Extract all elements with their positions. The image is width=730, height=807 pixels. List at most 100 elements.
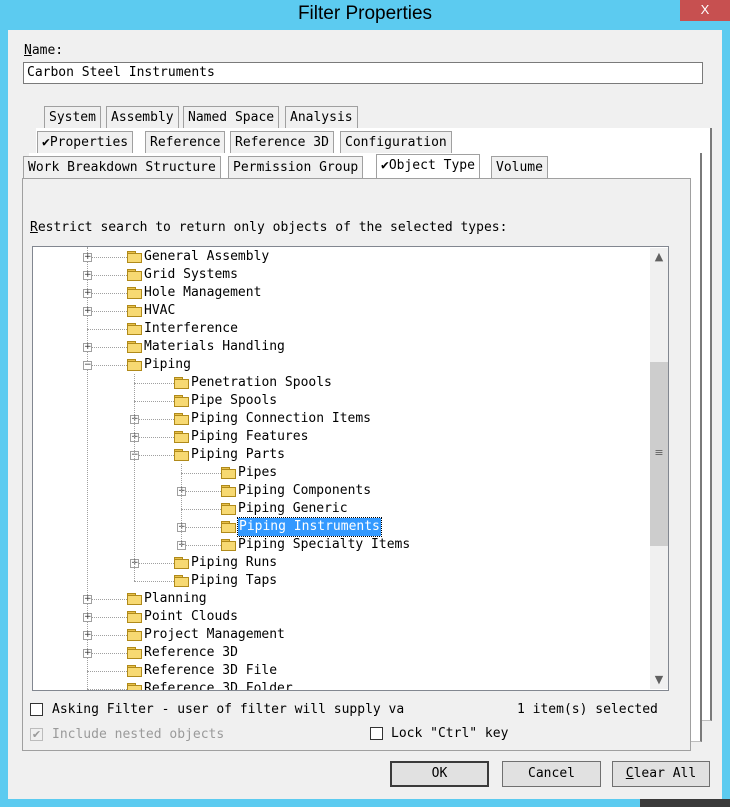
tree-item[interactable]: Materials Handling [144, 338, 285, 356]
tree-item[interactable]: Pipes [238, 464, 277, 482]
tree-guide-line [87, 671, 127, 672]
folder-icon-body [127, 325, 142, 335]
tree-item[interactable]: HVAC [144, 302, 175, 320]
selection-count: 1 item(s) selected [517, 702, 658, 717]
folder-icon-body [127, 685, 142, 690]
expand-icon[interactable]: + [83, 253, 92, 262]
window-title: Filter Properties [297, 3, 433, 24]
folder-icon [127, 611, 143, 623]
tab-permission-group[interactable]: Permission Group [228, 156, 364, 178]
expand-icon[interactable]: + [83, 613, 92, 622]
tab-reference-3d[interactable]: Reference 3D [230, 131, 334, 153]
tree-guide-line [87, 329, 127, 330]
window-frame-right [722, 30, 730, 807]
tree-guide-line [181, 464, 182, 545]
tab-reference[interactable]: Reference [145, 131, 226, 153]
tree-guide-line [181, 509, 221, 510]
close-button[interactable]: X [680, 0, 730, 21]
tree-guide-line [87, 689, 127, 690]
name-field[interactable]: Carbon Steel Instruments [23, 62, 703, 84]
tree-item[interactable]: Hole Management [144, 284, 261, 302]
asking-filter-label: Asking Filter - user of filter will supp… [52, 702, 405, 717]
clear-all-button[interactable]: Clear All [612, 761, 710, 787]
folder-icon-body [221, 487, 236, 497]
ok-button[interactable]: OK [390, 761, 489, 787]
tab-assembly[interactable]: Assembly [106, 106, 179, 128]
tree-guide-line [134, 383, 174, 384]
tree-item[interactable]: Point Clouds [144, 608, 238, 626]
folder-icon-body [127, 595, 142, 605]
tree-item[interactable]: Piping [144, 356, 191, 374]
object-type-tree[interactable]: + General Assembly + Grid Systems + Hole Mana… [32, 246, 669, 691]
tree-guide-line [134, 455, 174, 456]
include-nested-label: Include nested objects [52, 727, 225, 742]
tab-analysis[interactable]: Analysis [285, 106, 358, 128]
expand-icon[interactable]: + [83, 649, 92, 658]
tab-object-type-label: Object Type [388, 158, 475, 173]
tree-guide-line [87, 347, 127, 348]
expand-icon[interactable]: + [83, 307, 92, 316]
collapse-icon[interactable]: − [83, 361, 92, 370]
scroll-up-icon[interactable]: ▲ [650, 248, 668, 266]
tree-item[interactable]: Reference 3D File [144, 662, 277, 680]
tab-object-type[interactable]: ✔Object Type [376, 154, 480, 178]
folder-icon-body [127, 307, 142, 317]
tab-system[interactable]: System [44, 106, 101, 128]
tree-guide-line [87, 293, 127, 294]
scroll-down-icon[interactable]: ▼ [650, 671, 668, 689]
tree-item[interactable]: Penetration Spools [191, 374, 332, 392]
folder-icon-body [174, 379, 189, 389]
tree-item[interactable]: Planning [144, 590, 207, 608]
tree-item[interactable]: Piping Runs [191, 554, 277, 572]
folder-icon-body [127, 271, 142, 281]
expand-icon[interactable]: + [83, 631, 92, 640]
cancel-button[interactable]: Cancel [502, 761, 601, 787]
folder-icon [221, 539, 237, 551]
tree-item[interactable]: Reference 3D Folder [144, 680, 293, 690]
tree-item[interactable]: Piping Connection Items [191, 410, 371, 428]
tab-properties[interactable]: ✔Properties [37, 131, 134, 153]
check-icon: ✔ [381, 158, 389, 173]
tree-item[interactable]: Grid Systems [144, 266, 238, 284]
tree-item[interactable]: Piping Parts [191, 446, 285, 464]
tab-work-breakdown-structure[interactable]: Work Breakdown Structure [23, 156, 221, 178]
folder-icon-body [174, 397, 189, 407]
expand-icon[interactable]: + [83, 595, 92, 604]
tree-guide-line [134, 563, 174, 564]
folder-icon [127, 665, 143, 677]
tree-item[interactable]: Reference 3D [144, 644, 238, 662]
tree-item[interactable]: Interference [144, 320, 238, 338]
folder-icon-body [174, 577, 189, 587]
folder-icon [174, 413, 190, 425]
folder-icon-body [127, 667, 142, 677]
folder-icon [221, 467, 237, 479]
tab-volume[interactable]: Volume [491, 156, 548, 178]
tree-guide-line [87, 617, 127, 618]
expand-icon[interactable]: + [83, 271, 92, 280]
tab-properties-label: Properties [49, 135, 129, 150]
tree-item[interactable]: Piping Features [191, 428, 308, 446]
tree-item[interactable]: Piping Instruments [237, 517, 382, 537]
tree-item[interactable]: Piping Specialty Items [238, 536, 410, 554]
folder-icon [221, 521, 237, 533]
tree-item[interactable]: General Assembly [144, 248, 269, 266]
tree-item[interactable]: Project Management [144, 626, 285, 644]
expand-icon[interactable]: + [83, 343, 92, 352]
asking-filter-checkbox[interactable] [30, 703, 43, 716]
tree-item[interactable]: Piping Components [238, 482, 371, 500]
expand-icon[interactable]: + [83, 289, 92, 298]
name-label: Name: [24, 43, 64, 58]
scroll-grip-icon: ≡ [654, 446, 664, 459]
lock-ctrl-checkbox[interactable] [370, 727, 383, 740]
tree-guide-line [87, 257, 127, 258]
include-nested-checkbox[interactable]: ✔ [30, 728, 43, 741]
tree-guide-line [134, 419, 174, 420]
folder-icon-body [127, 361, 142, 371]
folder-icon [174, 395, 190, 407]
tree-item[interactable]: Piping Generic [238, 500, 348, 518]
tab-configuration[interactable]: Configuration [340, 131, 452, 153]
tab-named-space[interactable]: Named Space [183, 106, 280, 128]
tree-guide-line [87, 635, 127, 636]
tree-item[interactable]: Pipe Spools [191, 392, 277, 410]
tree-item[interactable]: Piping Taps [191, 572, 277, 590]
